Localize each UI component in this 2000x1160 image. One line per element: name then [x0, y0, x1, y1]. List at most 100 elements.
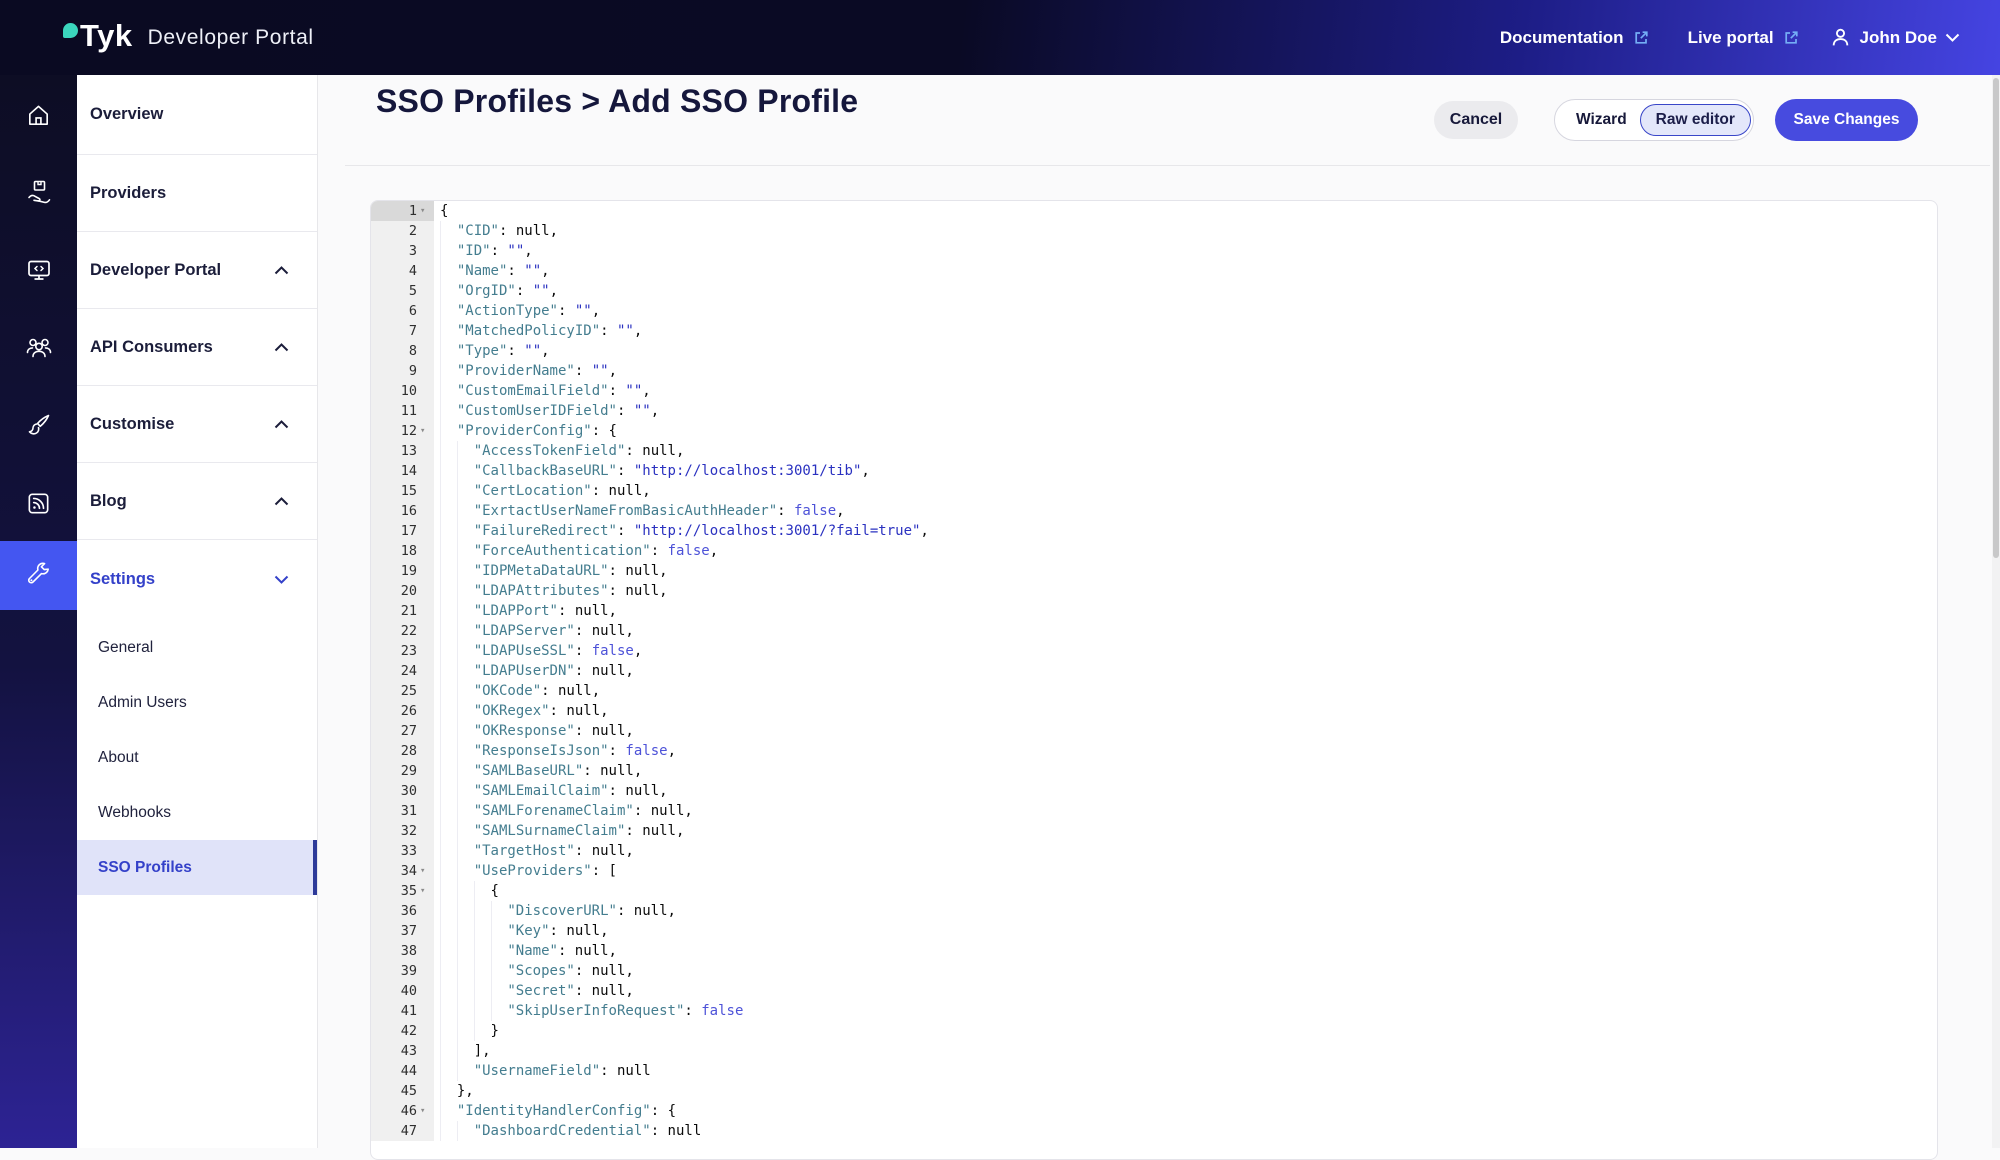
code-text[interactable]: "ActionType": "", [434, 301, 600, 321]
code-line[interactable]: 43 ], [371, 1041, 1937, 1061]
code-line[interactable]: 44 "UsernameField": null [371, 1061, 1937, 1081]
code-line[interactable]: 12▾ "ProviderConfig": { [371, 421, 1937, 441]
code-text[interactable]: "MatchedPolicyID": "", [434, 321, 642, 341]
code-text[interactable]: "LDAPAttributes": null, [434, 581, 668, 601]
code-text[interactable]: "Name": null, [434, 941, 617, 961]
raw-editor-toggle-button[interactable]: Raw editor [1640, 104, 1751, 136]
code-line[interactable]: 33 "TargetHost": null, [371, 841, 1937, 861]
code-text[interactable]: "SkipUserInfoRequest": false [434, 1001, 743, 1021]
code-text[interactable]: "UsernameField": null [434, 1061, 651, 1081]
code-line[interactable]: 47 "DashboardCredential": null [371, 1121, 1937, 1141]
rail-item-settings[interactable] [0, 541, 77, 610]
code-text[interactable]: } [434, 1021, 499, 1041]
user-menu[interactable]: John Doe [1830, 27, 1960, 48]
code-line[interactable]: 38 "Name": null, [371, 941, 1937, 961]
code-text[interactable]: "SAMLForenameClaim": null, [434, 801, 693, 821]
code-text[interactable]: "ExrtactUserNameFromBasicAuthHeader": fa… [434, 501, 845, 521]
code-line[interactable]: 34▾ "UseProviders": [ [371, 861, 1937, 881]
save-changes-button[interactable]: Save Changes [1775, 99, 1918, 141]
fold-toggle-icon[interactable]: ▾ [420, 201, 434, 221]
code-line[interactable]: 8 "Type": "", [371, 341, 1937, 361]
code-line[interactable]: 11 "CustomUserIDField": "", [371, 401, 1937, 421]
code-line[interactable]: 30 "SAMLEmailClaim": null, [371, 781, 1937, 801]
code-line[interactable]: 26 "OKRegex": null, [371, 701, 1937, 721]
code-line[interactable]: 7 "MatchedPolicyID": "", [371, 321, 1937, 341]
code-text[interactable]: { [434, 201, 448, 221]
fold-toggle-icon[interactable]: ▾ [420, 861, 434, 881]
code-line[interactable]: 13 "AccessTokenField": null, [371, 441, 1937, 461]
code-text[interactable]: "CustomEmailField": "", [434, 381, 651, 401]
code-line[interactable]: 16 "ExrtactUserNameFromBasicAuthHeader":… [371, 501, 1937, 521]
code-line[interactable]: 42 } [371, 1021, 1937, 1041]
code-text[interactable]: }, [434, 1081, 474, 1101]
code-line[interactable]: 14 "CallbackBaseURL": "http://localhost:… [371, 461, 1937, 481]
wizard-toggle-button[interactable]: Wizard [1576, 111, 1627, 129]
code-text[interactable]: "Name": "", [434, 261, 550, 281]
code-text[interactable]: "Secret": null, [434, 981, 634, 1001]
code-text[interactable]: "SAMLSurnameClaim": null, [434, 821, 684, 841]
code-line[interactable]: 32 "SAMLSurnameClaim": null, [371, 821, 1937, 841]
code-text[interactable]: "TargetHost": null, [434, 841, 634, 861]
code-line[interactable]: 28 "ResponseIsJson": false, [371, 741, 1937, 761]
nav-live-portal-link[interactable]: Live portal [1688, 28, 1800, 48]
sidebar-item-providers[interactable]: Providers [77, 155, 317, 232]
rail-item-customise[interactable] [0, 392, 77, 458]
rail-item-providers[interactable] [0, 159, 77, 225]
fold-toggle-icon[interactable]: ▾ [420, 1101, 434, 1121]
code-text[interactable]: "IDPMetaDataURL": null, [434, 561, 668, 581]
page-scrollbar[interactable] [1992, 75, 2000, 1148]
fold-toggle-icon[interactable]: ▾ [420, 421, 434, 441]
code-text[interactable]: "LDAPServer": null, [434, 621, 634, 641]
code-text[interactable]: "CustomUserIDField": "", [434, 401, 659, 421]
code-line[interactable]: 20 "LDAPAttributes": null, [371, 581, 1937, 601]
code-line[interactable]: 41 "SkipUserInfoRequest": false [371, 1001, 1937, 1021]
sidebar-item-blog[interactable]: Blog [77, 463, 317, 540]
code-line[interactable]: 10 "CustomEmailField": "", [371, 381, 1937, 401]
code-line[interactable]: 45 }, [371, 1081, 1937, 1101]
sidebar-subitem-about[interactable]: About [77, 730, 317, 785]
rail-item-api-consumers[interactable] [0, 314, 77, 380]
sidebar-item-settings[interactable]: Settings [77, 540, 317, 619]
code-line[interactable]: 6 "ActionType": "", [371, 301, 1937, 321]
code-line[interactable]: 1▾{ [371, 201, 1937, 221]
code-text[interactable]: "ProviderName": "", [434, 361, 617, 381]
code-line[interactable]: 36 "DiscoverURL": null, [371, 901, 1937, 921]
code-text[interactable]: "ResponseIsJson": false, [434, 741, 676, 761]
code-text[interactable]: "CallbackBaseURL": "http://localhost:300… [434, 461, 870, 481]
code-text[interactable]: "CertLocation": null, [434, 481, 651, 501]
code-text[interactable]: "UseProviders": [ [434, 861, 617, 881]
sidebar-item-customise[interactable]: Customise [77, 386, 317, 463]
code-text[interactable]: "DiscoverURL": null, [434, 901, 676, 921]
code-text[interactable]: ], [434, 1041, 491, 1061]
code-text[interactable]: "SAMLBaseURL": null, [434, 761, 642, 781]
sidebar-item-api-consumers[interactable]: API Consumers [77, 309, 317, 386]
code-text[interactable]: "ForceAuthentication": false, [434, 541, 718, 561]
code-text[interactable]: "OKRegex": null, [434, 701, 609, 721]
nav-documentation-link[interactable]: Documentation [1500, 28, 1650, 48]
code-text[interactable]: "SAMLEmailClaim": null, [434, 781, 668, 801]
json-code-editor[interactable]: 1▾{2 "CID": null,3 "ID": "",4 "Name": ""… [370, 200, 1938, 1160]
code-line[interactable]: 22 "LDAPServer": null, [371, 621, 1937, 641]
sidebar-item-overview[interactable]: Overview [77, 75, 317, 155]
sidebar-subitem-sso-profiles[interactable]: SSO Profiles [77, 840, 317, 895]
code-text[interactable]: "ID": "", [434, 241, 533, 261]
tyk-logo[interactable]: Tyk Developer Portal [63, 17, 314, 59]
code-line[interactable]: 2 "CID": null, [371, 221, 1937, 241]
rail-item-developer-portal[interactable] [0, 237, 77, 303]
code-text[interactable]: "OKResponse": null, [434, 721, 634, 741]
code-line[interactable]: 23 "LDAPUseSSL": false, [371, 641, 1937, 661]
rail-item-overview[interactable] [0, 82, 77, 148]
code-line[interactable]: 35▾ { [371, 881, 1937, 901]
code-text[interactable]: "IdentityHandlerConfig": { [434, 1101, 676, 1121]
code-line[interactable]: 17 "FailureRedirect": "http://localhost:… [371, 521, 1937, 541]
sidebar-item-developer-portal[interactable]: Developer Portal [77, 232, 317, 309]
code-text[interactable]: "FailureRedirect": "http://localhost:300… [434, 521, 929, 541]
code-text[interactable]: "Type": "", [434, 341, 550, 361]
sidebar-subitem-admin-users[interactable]: Admin Users [77, 675, 317, 730]
code-line[interactable]: 21 "LDAPPort": null, [371, 601, 1937, 621]
code-line[interactable]: 4 "Name": "", [371, 261, 1937, 281]
cancel-button[interactable]: Cancel [1434, 101, 1518, 139]
scrollbar-thumb[interactable] [1993, 78, 1999, 558]
code-line[interactable]: 37 "Key": null, [371, 921, 1937, 941]
code-line[interactable]: 3 "ID": "", [371, 241, 1937, 261]
